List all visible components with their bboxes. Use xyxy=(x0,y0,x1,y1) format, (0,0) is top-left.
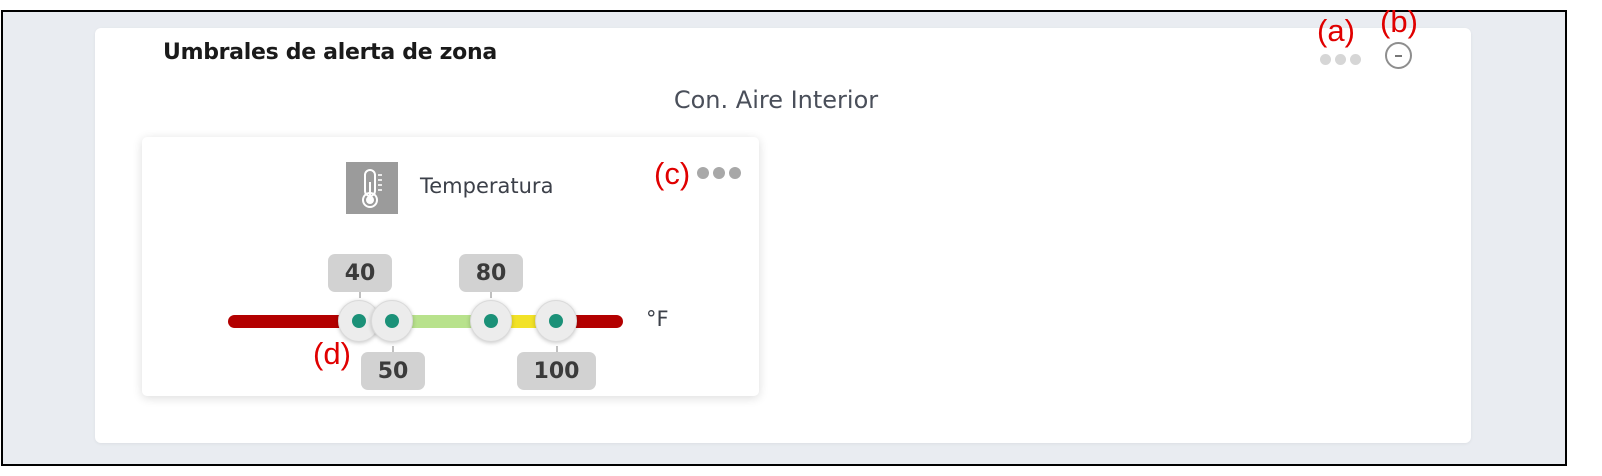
unit-label: °F xyxy=(646,307,669,331)
zone-name: Con. Aire Interior xyxy=(673,86,879,114)
panel-more-options-icon[interactable] xyxy=(1320,54,1361,65)
collapse-icon[interactable] xyxy=(1385,42,1412,69)
annotation-d: (d) xyxy=(313,336,351,371)
annotation-a: (a) xyxy=(1317,13,1355,48)
high-alarm-value: 100 xyxy=(517,346,596,390)
thermometer-icon xyxy=(346,162,398,214)
high-warning-value: 80 xyxy=(459,254,523,298)
low-alarm-value: 40 xyxy=(328,254,392,298)
panel-title: Umbrales de alerta de zona xyxy=(163,40,497,65)
annotation-b: (b) xyxy=(1380,4,1418,39)
low-warning-handle[interactable] xyxy=(371,300,413,342)
sensor-more-options-icon[interactable] xyxy=(697,167,741,179)
high-warning-handle[interactable] xyxy=(470,300,512,342)
annotation-c: (c) xyxy=(654,156,691,191)
sensor-label: Temperatura xyxy=(420,174,554,198)
high-alarm-handle[interactable] xyxy=(535,300,577,342)
low-warning-value: 50 xyxy=(361,346,425,390)
